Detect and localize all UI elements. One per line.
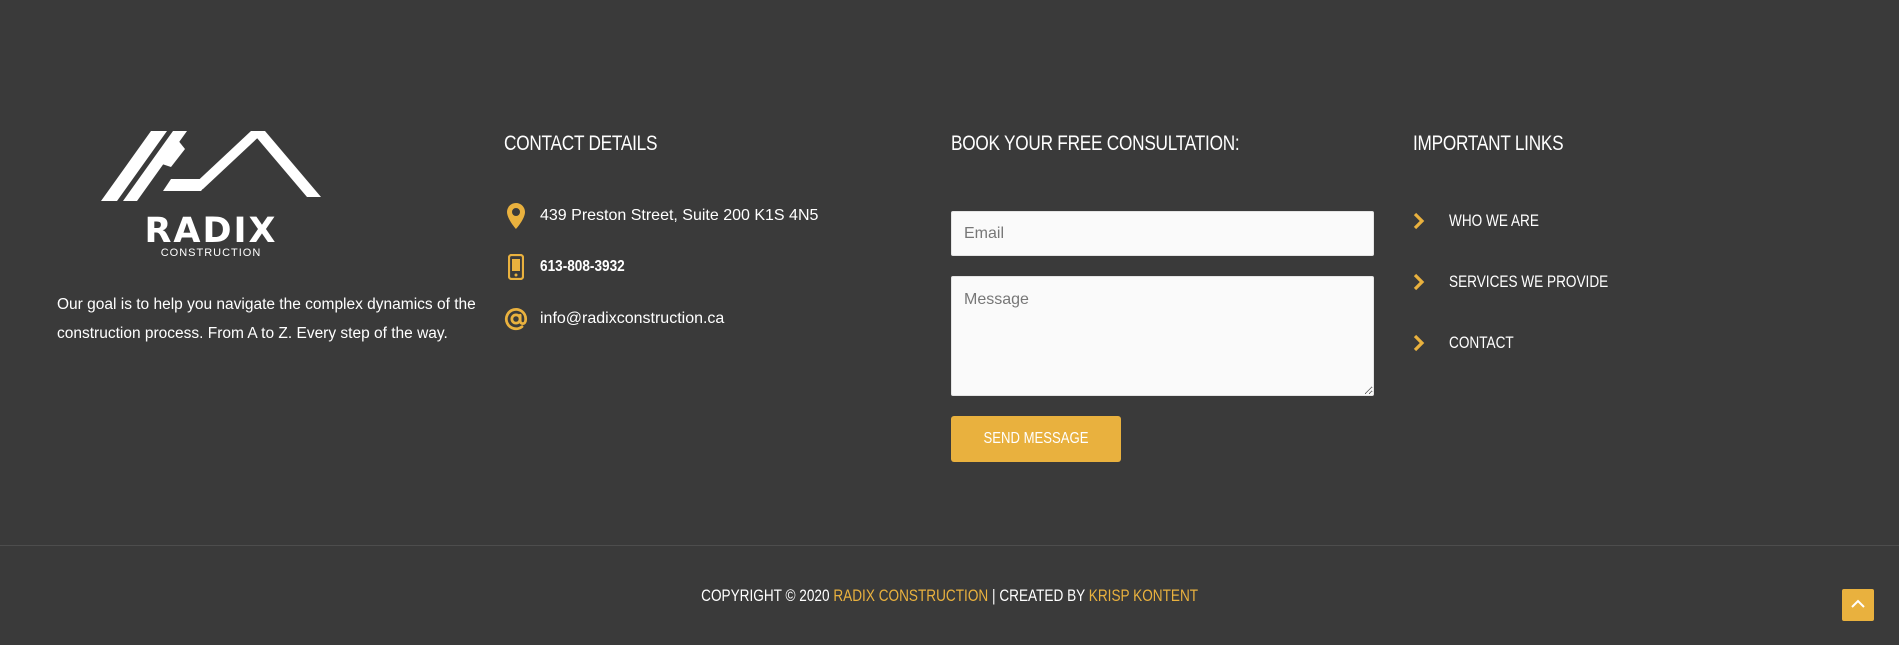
company-link[interactable]: RADIX CONSTRUCTION [833,586,988,605]
phone-text[interactable]: 613-808-3932 [540,258,625,276]
address-text: 439 Preston Street, Suite 200 K1S 4N5 [540,207,819,224]
link-services-we-provide[interactable]: SERVICES WE PROVIDE [1413,267,1648,297]
copyright-bar: COPYRIGHT © 2020 RADIX CONSTRUCTION | CR… [0,586,1899,606]
links-heading: IMPORTANT LINKS [1413,132,1564,155]
link-label[interactable]: WHO WE ARE [1449,211,1539,231]
logo-subtitle: CONSTRUCTION [160,247,262,259]
mobile-phone-icon [504,253,528,281]
form-heading: BOOK YOUR FREE CONSULTATION: [951,132,1240,155]
chevron-right-icon [1413,333,1429,353]
at-sign-icon [504,305,528,333]
contact-heading: CONTACT DETAILS [504,132,658,155]
contact-address: 439 Preston Street, Suite 200 K1S 4N5 [504,201,818,231]
roof-logo-icon [101,131,321,201]
contact-email[interactable]: info@radixconstruction.ca [504,304,724,334]
send-message-button[interactable]: SEND MESSAGE [951,416,1121,462]
scroll-to-top-button[interactable] [1842,589,1874,621]
message-field[interactable] [951,276,1374,396]
chevron-right-icon [1413,211,1429,231]
footer-main: RADIX CONSTRUCTION Our goal is to help y… [0,0,1899,545]
map-pin-icon [504,202,528,230]
copyright-prefix: COPYRIGHT © 2020 [701,586,834,605]
link-label[interactable]: CONTACT [1449,333,1514,353]
email-field[interactable] [951,211,1374,256]
radix-logo[interactable]: RADIX CONSTRUCTION [101,131,321,261]
footer-divider [0,545,1899,546]
link-contact[interactable]: CONTACT [1413,328,1530,358]
chevron-right-icon [1413,272,1429,292]
link-who-we-are[interactable]: WHO WE ARE [1413,206,1561,236]
chevron-up-icon [1850,596,1866,614]
logo-wordmark: RADIX [144,211,278,251]
link-label[interactable]: SERVICES WE PROVIDE [1449,272,1608,292]
contact-phone[interactable]: 613-808-3932 [504,252,640,282]
copyright-middle: | CREATED BY [988,586,1089,605]
creator-link[interactable]: KRISP KONTENT [1089,586,1198,605]
about-text: Our goal is to help you navigate the com… [57,296,476,342]
email-text[interactable]: info@radixconstruction.ca [540,310,724,328]
send-message-label: SEND MESSAGE [983,430,1089,447]
